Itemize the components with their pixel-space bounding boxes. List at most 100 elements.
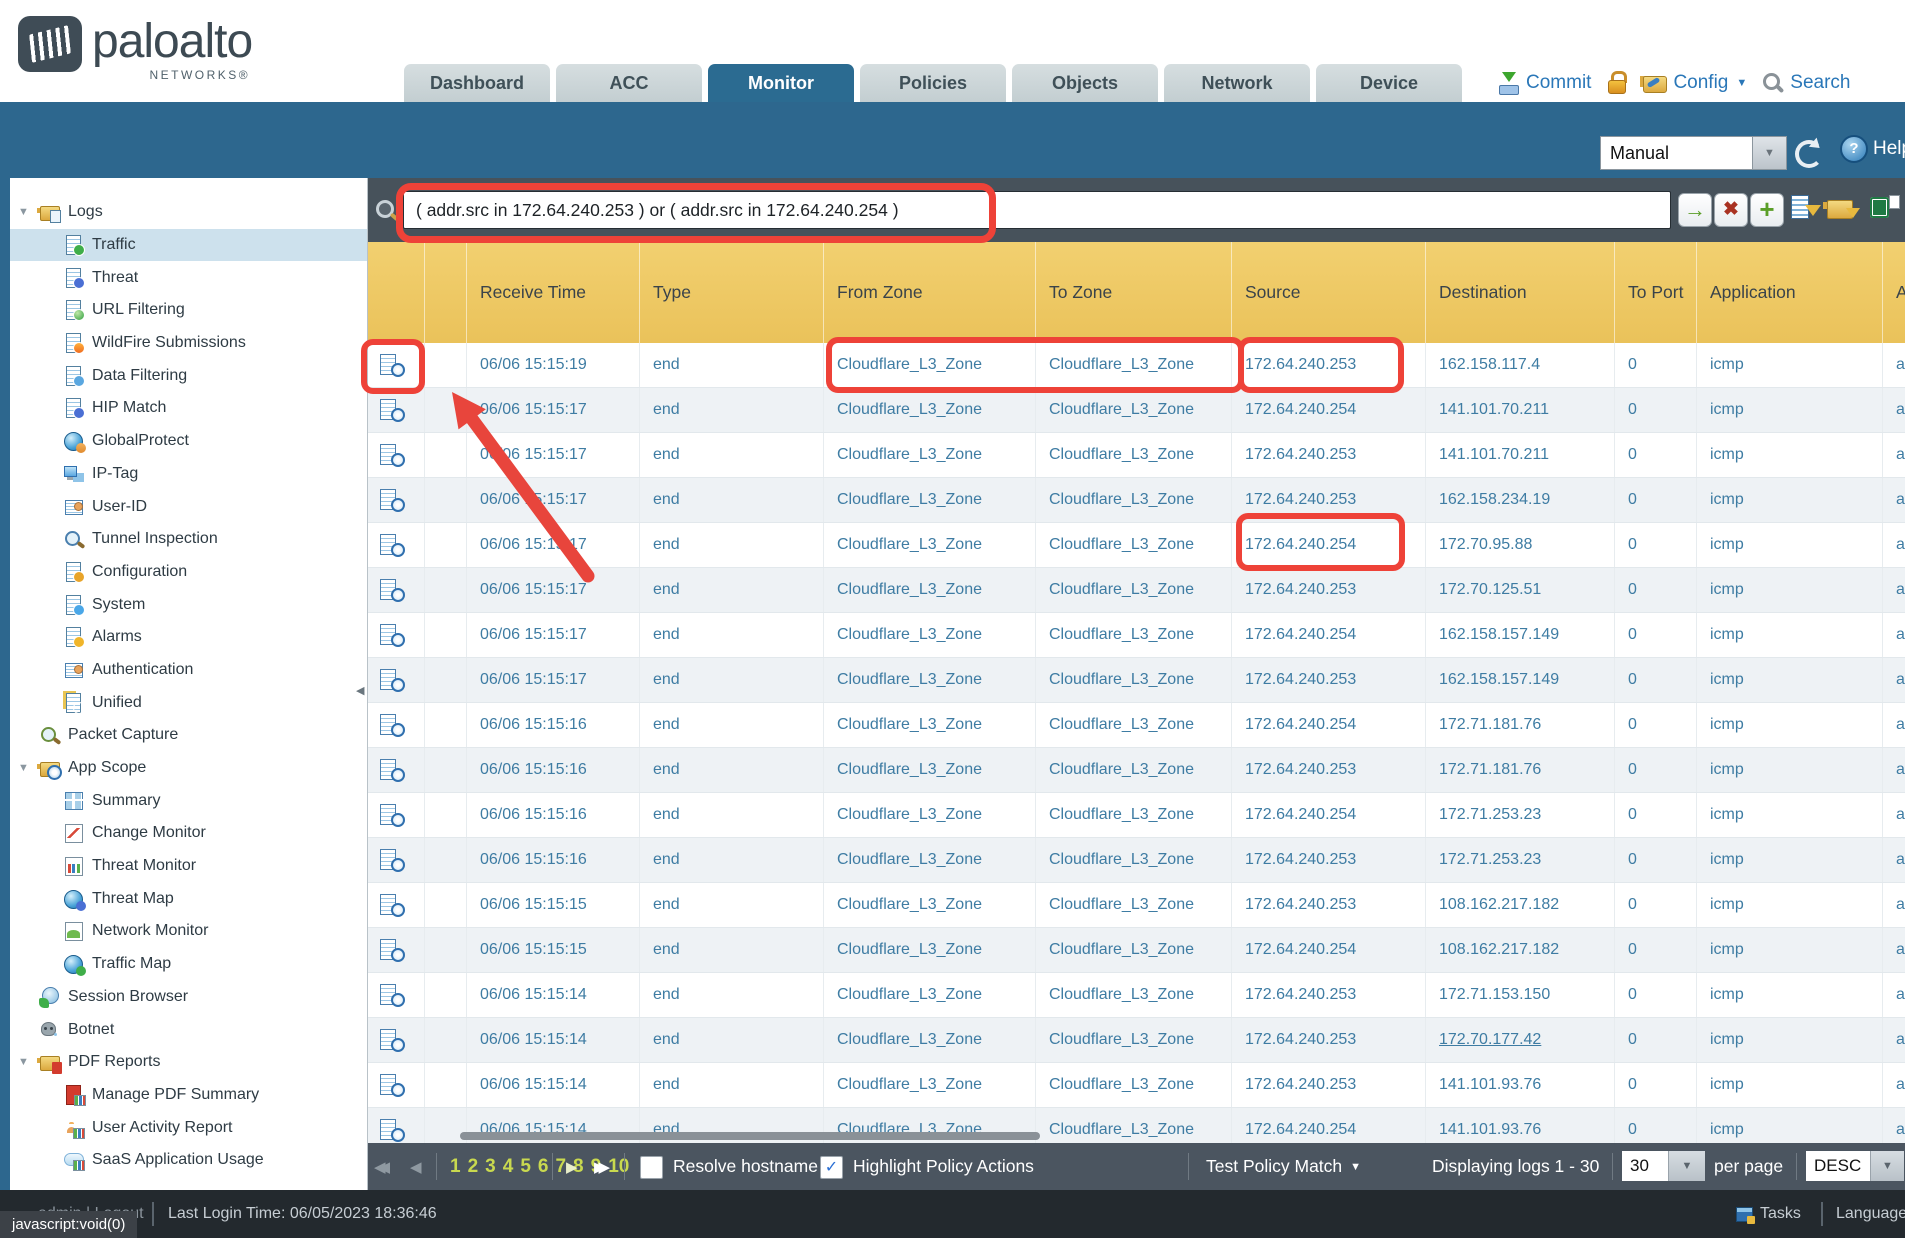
- cell-value-application[interactable]: icmp: [1710, 896, 1744, 914]
- resolve-hostname-checkbox[interactable]: [640, 1156, 663, 1179]
- page-number-2[interactable]: 2: [468, 1156, 479, 1178]
- page-number-7[interactable]: 7: [555, 1156, 566, 1178]
- col-header-ac[interactable]: Ac: [1883, 242, 1905, 343]
- cell-value-source[interactable]: 172.64.240.254: [1245, 716, 1356, 734]
- cell-value-application[interactable]: icmp: [1710, 1031, 1744, 1049]
- sidebar-item-wildfire-submissions[interactable]: WildFire Submissions: [10, 327, 367, 360]
- log-filter-input[interactable]: [403, 191, 1671, 229]
- cell-value-application[interactable]: icmp: [1710, 806, 1744, 824]
- cell-value-application[interactable]: icmp: [1710, 941, 1744, 959]
- tab-policies[interactable]: Policies: [860, 64, 1006, 102]
- cell-value-action[interactable]: al: [1896, 356, 1905, 374]
- cell-value-destination[interactable]: 108.162.217.182: [1439, 941, 1559, 959]
- scrollbar-thumb[interactable]: [460, 1132, 1040, 1140]
- cell-value-from-zone[interactable]: Cloudflare_L3_Zone: [837, 491, 982, 509]
- sidebar-item-summary[interactable]: Summary: [10, 784, 367, 817]
- cell-value-to-zone[interactable]: Cloudflare_L3_Zone: [1049, 626, 1194, 644]
- sidebar-item-packet-capture[interactable]: Packet Capture: [10, 719, 367, 752]
- sidebar-item-threat[interactable]: Threat: [10, 261, 367, 294]
- log-detail-magnifier-icon[interactable]: [380, 939, 406, 962]
- cell-value-application[interactable]: icmp: [1710, 1076, 1744, 1094]
- cell-value-source[interactable]: 172.64.240.254: [1245, 806, 1356, 824]
- cell-value-to-port[interactable]: 0: [1628, 581, 1637, 599]
- cell-value-destination[interactable]: 141.101.93.76: [1439, 1076, 1541, 1094]
- cell-value-from-zone[interactable]: Cloudflare_L3_Zone: [837, 851, 982, 869]
- cell-value-destination[interactable]: 172.70.95.88: [1439, 536, 1532, 554]
- cell-value-source[interactable]: 172.64.240.253: [1245, 896, 1356, 914]
- cell-value-to-port[interactable]: 0: [1628, 1031, 1637, 1049]
- cell-value-application[interactable]: icmp: [1710, 356, 1744, 374]
- tree-expander-icon[interactable]: ▼: [18, 1056, 40, 1068]
- cell-value-destination[interactable]: 162.158.157.149: [1439, 671, 1559, 689]
- cell-value-type[interactable]: end: [653, 896, 680, 914]
- log-detail-magnifier-icon[interactable]: [380, 534, 406, 557]
- cell-value-destination[interactable]: 162.158.117.4: [1439, 356, 1540, 374]
- cell-value-action[interactable]: al: [1896, 941, 1905, 959]
- cell-value-to-zone[interactable]: Cloudflare_L3_Zone: [1049, 671, 1194, 689]
- page-number-5[interactable]: 5: [520, 1156, 531, 1178]
- cell-value-to-port[interactable]: 0: [1628, 851, 1637, 869]
- cell-value-from-zone[interactable]: Cloudflare_L3_Zone: [837, 896, 982, 914]
- cell-value-from-zone[interactable]: Cloudflare_L3_Zone: [837, 941, 982, 959]
- sidebar-item-traffic-map[interactable]: Traffic Map: [10, 948, 367, 981]
- per-page-select[interactable]: 30: [1622, 1151, 1668, 1181]
- cell-value-type[interactable]: end: [653, 806, 680, 824]
- cell-value-source[interactable]: 172.64.240.253: [1245, 671, 1356, 689]
- cell-value-source[interactable]: 172.64.240.253: [1245, 446, 1356, 464]
- search-button[interactable]: Search: [1762, 72, 1850, 94]
- cell-value-source[interactable]: 172.64.240.253: [1245, 986, 1356, 1004]
- log-detail-magnifier-icon[interactable]: [380, 579, 406, 602]
- cell-value-type[interactable]: end: [653, 356, 680, 374]
- sidebar-item-globalprotect[interactable]: GlobalProtect: [10, 425, 367, 458]
- col-header-from-zone[interactable]: From Zone: [824, 242, 1036, 343]
- tree-expander-icon[interactable]: ▼: [18, 206, 40, 218]
- cell-value-to-port[interactable]: 0: [1628, 761, 1637, 779]
- cell-value-application[interactable]: icmp: [1710, 986, 1744, 1004]
- col-header-to-zone[interactable]: To Zone: [1036, 242, 1232, 343]
- cell-value-to-zone[interactable]: Cloudflare_L3_Zone: [1049, 896, 1194, 914]
- commit-button[interactable]: Commit: [1498, 71, 1591, 95]
- per-page-dropdown-icon[interactable]: ▼: [1668, 1151, 1705, 1181]
- cell-value-source[interactable]: 172.64.240.253: [1245, 851, 1356, 869]
- export-logs-icon[interactable]: [1868, 194, 1902, 226]
- cell-value-application[interactable]: icmp: [1710, 446, 1744, 464]
- cell-value-to-zone[interactable]: Cloudflare_L3_Zone: [1049, 581, 1194, 599]
- sidebar-item-user-activity-report[interactable]: User Activity Report: [10, 1111, 367, 1144]
- cell-value-source[interactable]: 172.64.240.253: [1245, 356, 1356, 374]
- log-detail-magnifier-icon[interactable]: [380, 489, 406, 512]
- tab-monitor[interactable]: Monitor: [708, 64, 854, 102]
- col-header-application[interactable]: Application: [1697, 242, 1883, 343]
- cell-value-to-zone[interactable]: Cloudflare_L3_Zone: [1049, 356, 1194, 374]
- cell-value-to-port[interactable]: 0: [1628, 446, 1637, 464]
- cell-value-source[interactable]: 172.64.240.253: [1245, 491, 1356, 509]
- cell-value-to-port[interactable]: 0: [1628, 356, 1637, 374]
- cell-value-destination[interactable]: 108.162.217.182: [1439, 896, 1559, 914]
- sidebar-item-authentication[interactable]: Authentication: [10, 654, 367, 687]
- col-header-type[interactable]: Type: [640, 242, 824, 343]
- cell-value-destination[interactable]: 172.71.253.23: [1439, 806, 1541, 824]
- sidebar-item-threat-monitor[interactable]: Threat Monitor: [10, 850, 367, 883]
- cell-value-to-zone[interactable]: Cloudflare_L3_Zone: [1049, 986, 1194, 1004]
- log-detail-magnifier-icon[interactable]: [380, 804, 406, 827]
- cell-value-type[interactable]: end: [653, 401, 680, 419]
- cell-value-application[interactable]: icmp: [1710, 401, 1744, 419]
- cell-value-action[interactable]: al: [1896, 446, 1905, 464]
- sidebar-item-tunnel-inspection[interactable]: Tunnel Inspection: [10, 523, 367, 556]
- page-number-4[interactable]: 4: [503, 1156, 514, 1178]
- cell-value-action[interactable]: al: [1896, 581, 1905, 599]
- sidebar-item-traffic[interactable]: Traffic: [10, 229, 367, 262]
- cell-value-action[interactable]: al: [1896, 401, 1905, 419]
- cell-value-type[interactable]: end: [653, 851, 680, 869]
- col-header-receive-time[interactable]: Receive Time: [467, 242, 640, 343]
- sidebar-item-session-browser[interactable]: Session Browser: [10, 981, 367, 1014]
- load-saved-filter-icon[interactable]: [1826, 194, 1860, 226]
- lock-icon[interactable]: [1606, 71, 1628, 95]
- cell-value-source[interactable]: 172.64.240.253: [1245, 1076, 1356, 1094]
- cell-value-type[interactable]: end: [653, 446, 680, 464]
- log-detail-magnifier-icon[interactable]: [380, 849, 406, 872]
- cell-value-destination[interactable]: 172.70.177.42: [1439, 1031, 1541, 1049]
- horizontal-scrollbar[interactable]: [368, 1131, 1905, 1141]
- cell-value-to-zone[interactable]: Cloudflare_L3_Zone: [1049, 1076, 1194, 1094]
- prev-page-button[interactable]: ◀: [410, 1143, 422, 1190]
- add-filter-button[interactable]: +: [1750, 193, 1784, 227]
